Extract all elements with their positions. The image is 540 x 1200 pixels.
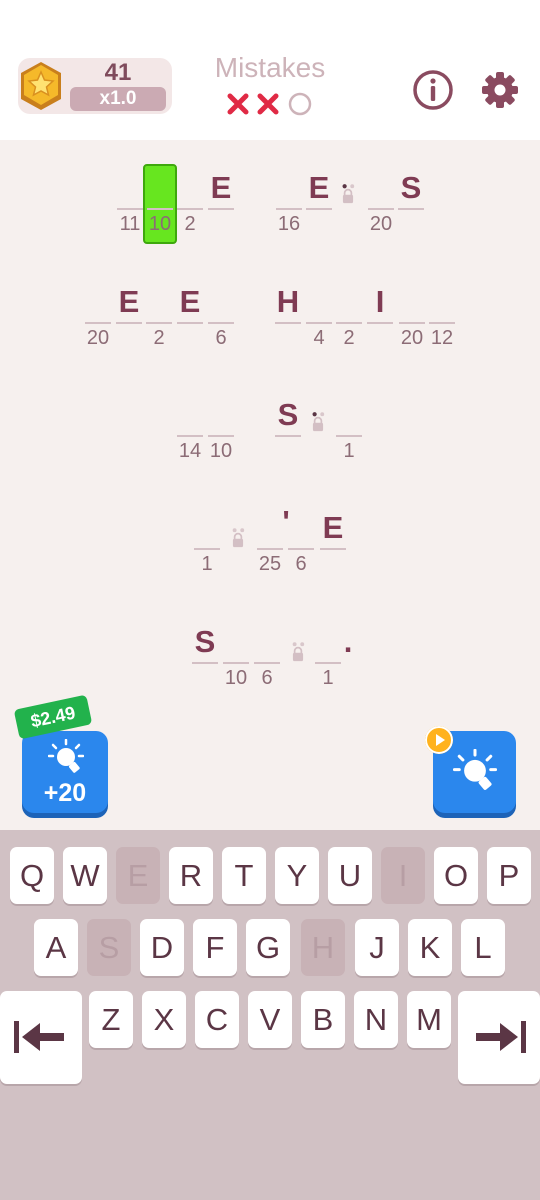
cipher-cell[interactable]: 11 [116, 172, 144, 242]
mistakes-label: Mistakes [214, 52, 326, 83]
key-j[interactable]: J [355, 919, 399, 976]
header-divider [0, 122, 540, 132]
lock-icon [292, 642, 305, 662]
play-video-icon [425, 726, 453, 754]
revealed-letter-cell: S [274, 399, 302, 469]
revealed-letter-cell: S [191, 626, 219, 696]
previous-cell-button[interactable] [0, 991, 82, 1084]
revealed-letter-cell: E [305, 172, 333, 242]
cipher-cell-active[interactable]: 10 [146, 172, 174, 242]
key-x[interactable]: X [142, 991, 186, 1048]
cipher-cell[interactable]: 16 [275, 172, 303, 242]
cipher-cell[interactable]: 2 [335, 286, 363, 356]
cipher-cell[interactable]: 6 [207, 286, 235, 356]
key-e[interactable]: E [116, 847, 160, 904]
star-badge-icon [21, 62, 61, 110]
cipher-cell[interactable]: 25 [256, 512, 284, 582]
key-y[interactable]: Y [275, 847, 319, 904]
revealed-letter-cell: E [176, 286, 204, 356]
next-cell-button[interactable] [458, 991, 540, 1084]
revealed-letter-cell: E [207, 172, 235, 242]
cipher-cell[interactable]: 1 [335, 399, 363, 469]
key-k[interactable]: K [408, 919, 452, 976]
key-v[interactable]: V [248, 991, 292, 1048]
buy-hints-button[interactable]: +20 [22, 731, 108, 813]
mistake-x-icon [257, 93, 279, 115]
cipher-cell[interactable]: 20 [367, 172, 395, 242]
key-i[interactable]: I [381, 847, 425, 904]
mistake-empty-circle-icon [288, 92, 312, 116]
cipher-cell[interactable]: 4 [305, 286, 333, 356]
key-m[interactable]: M [407, 991, 451, 1048]
key-b[interactable]: B [301, 991, 345, 1048]
key-w[interactable]: W [63, 847, 107, 904]
score-value: 41 [104, 59, 132, 86]
lock-icon [342, 184, 355, 204]
cipher-cell[interactable]: 10 [222, 626, 250, 696]
cipher-cell[interactable]: 20 [398, 286, 426, 356]
key-u[interactable]: U [328, 847, 372, 904]
key-f[interactable]: F [193, 919, 237, 976]
key-d[interactable]: D [140, 919, 184, 976]
cipher-cell[interactable]: 12 [428, 286, 456, 356]
revealed-letter-cell: E [319, 512, 347, 582]
key-g[interactable]: G [246, 919, 290, 976]
revealed-letter-cell: H [274, 286, 302, 356]
lightbulb-icon [453, 749, 497, 790]
arrow-right-bar-icon [476, 1021, 526, 1053]
key-o[interactable]: O [434, 847, 478, 904]
key-z[interactable]: Z [89, 991, 133, 1048]
puzzle-board: 11 10 2 E 16 E 20 S 20 E 2 E 6 H 4 2 I 2… [0, 140, 540, 830]
cipher-cell[interactable]: 2 [176, 172, 204, 242]
hint-amount: +20 [43, 779, 87, 807]
lock-icon [312, 412, 325, 432]
key-t[interactable]: T [222, 847, 266, 904]
key-p[interactable]: P [487, 847, 531, 904]
lightbulb-icon [48, 739, 84, 773]
cipher-cell[interactable]: 6 [253, 626, 281, 696]
lock-icon [232, 528, 245, 548]
key-n[interactable]: N [354, 991, 398, 1048]
key-a[interactable]: A [34, 919, 78, 976]
cipher-number: 1 [201, 553, 213, 575]
key-h[interactable]: H [301, 919, 345, 976]
key-s[interactable]: S [87, 919, 131, 976]
revealed-letter-cell: E [115, 286, 143, 356]
cipher-cell[interactable]: 6 [287, 512, 315, 582]
cipher-cell[interactable]: 10 [207, 399, 235, 469]
mistake-x-icon [227, 93, 249, 115]
cipher-cell[interactable]: 14 [176, 399, 204, 469]
revealed-letter-cell: I [366, 286, 394, 356]
key-q[interactable]: Q [10, 847, 54, 904]
gear-icon[interactable] [478, 68, 522, 112]
arrow-left-bar-icon [14, 1021, 64, 1053]
revealed-letter-cell: S [397, 172, 425, 242]
key-r[interactable]: R [169, 847, 213, 904]
key-l[interactable]: L [461, 919, 505, 976]
cipher-cell[interactable]: 20 [84, 286, 112, 356]
score-multiplier: x1.0 [70, 87, 166, 111]
period-char: . [343, 624, 353, 659]
info-icon[interactable] [411, 68, 455, 112]
cipher-cell[interactable]: 2 [145, 286, 173, 356]
key-c[interactable]: C [195, 991, 239, 1048]
